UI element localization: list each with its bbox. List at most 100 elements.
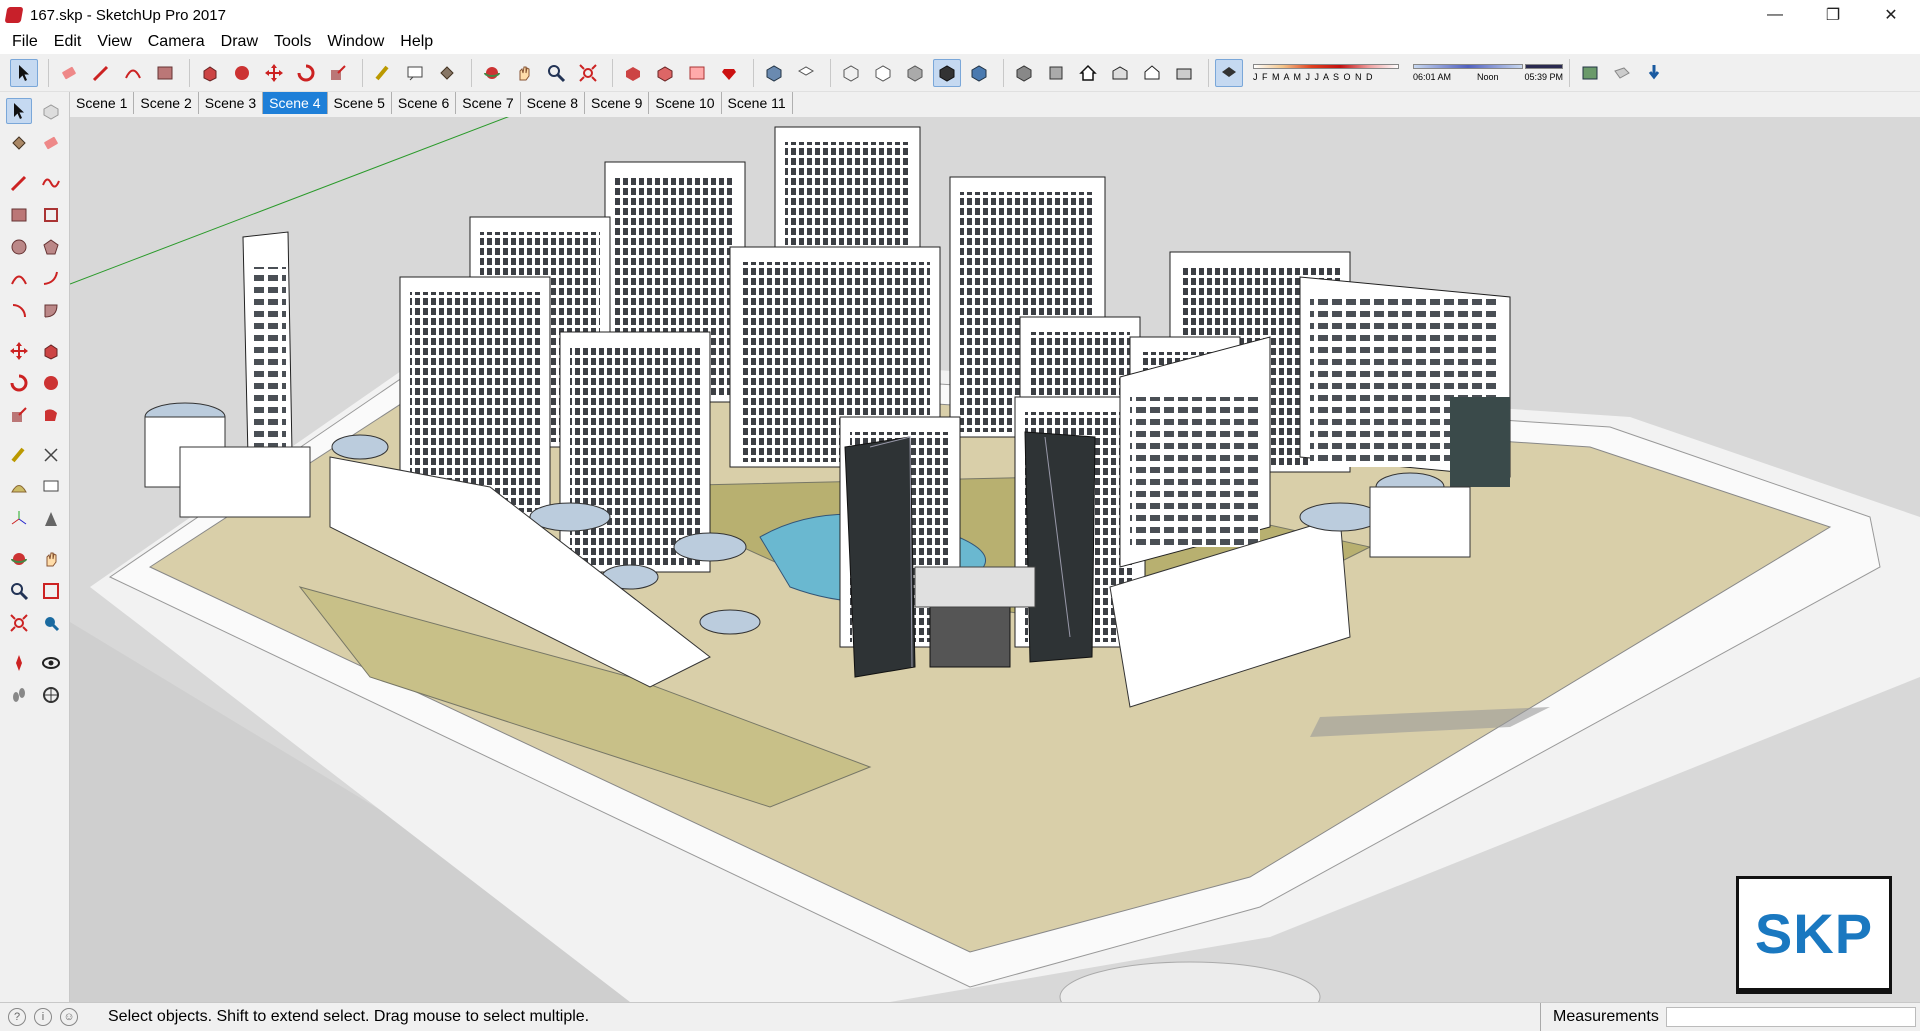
import-icon[interactable]: [1640, 59, 1668, 87]
eraser-icon[interactable]: [55, 59, 83, 87]
line-icon[interactable]: [6, 170, 32, 196]
menu-edit[interactable]: Edit: [46, 30, 90, 54]
eraser-icon[interactable]: [38, 130, 64, 156]
offset-icon[interactable]: [38, 402, 64, 428]
menu-window[interactable]: Window: [319, 30, 392, 54]
push-pull-icon[interactable]: [196, 59, 224, 87]
rotated-rectangle-icon[interactable]: [38, 202, 64, 228]
photo-texture-icon[interactable]: [1576, 59, 1604, 87]
walk-icon[interactable]: [6, 682, 32, 708]
shadow-month-slider[interactable]: J F M A M J J A S O N D: [1253, 60, 1403, 86]
monochrome-icon[interactable]: [965, 59, 993, 87]
house-icon[interactable]: [1074, 59, 1102, 87]
arc-icon[interactable]: [119, 59, 147, 87]
section-plane-icon[interactable]: [38, 682, 64, 708]
modeling-viewport[interactable]: SKP: [70, 117, 1920, 1002]
zoom-icon[interactable]: [542, 59, 570, 87]
move-icon[interactable]: [6, 338, 32, 364]
tab-scene-5[interactable]: Scene 5: [328, 92, 392, 114]
rotate-icon[interactable]: [6, 370, 32, 396]
look-around-icon[interactable]: [38, 650, 64, 676]
menu-view[interactable]: View: [89, 30, 139, 54]
scale-icon[interactable]: [324, 59, 352, 87]
component-icon[interactable]: [1010, 59, 1038, 87]
follow-me-icon[interactable]: [228, 59, 256, 87]
extension-warehouse-icon[interactable]: [651, 59, 679, 87]
two-point-arc-icon[interactable]: [38, 266, 64, 292]
zoom-icon[interactable]: [6, 578, 32, 604]
tab-scene-11[interactable]: Scene 11: [722, 92, 793, 114]
iso-view-icon[interactable]: [760, 59, 788, 87]
protractor-icon[interactable]: [6, 474, 32, 500]
select-icon[interactable]: [6, 98, 32, 124]
text-icon[interactable]: [38, 474, 64, 500]
tab-scene-3[interactable]: Scene 3: [199, 92, 264, 114]
layout-icon[interactable]: [683, 59, 711, 87]
right-view-icon[interactable]: [1170, 59, 1198, 87]
minimize-button[interactable]: —: [1746, 0, 1804, 30]
tape-measure-icon[interactable]: [6, 442, 32, 468]
wireframe-icon[interactable]: [869, 59, 897, 87]
credits-icon[interactable]: i: [34, 1007, 52, 1026]
orbit-icon[interactable]: [6, 546, 32, 572]
restore-button[interactable]: ❐: [1804, 0, 1862, 30]
shaded-textures-icon[interactable]: [933, 58, 961, 87]
zoom-extents-icon[interactable]: [574, 59, 602, 87]
tape-measure-icon[interactable]: [369, 59, 397, 87]
menu-tools[interactable]: Tools: [266, 30, 319, 54]
close-button[interactable]: ✕: [1862, 0, 1920, 30]
pan-icon[interactable]: [38, 546, 64, 572]
scale-icon[interactable]: [6, 402, 32, 428]
pie-icon[interactable]: [6, 298, 32, 324]
tab-scene-6[interactable]: Scene 6: [392, 92, 457, 114]
axes-icon[interactable]: [6, 506, 32, 532]
move-icon[interactable]: [260, 59, 288, 87]
3d-text-icon[interactable]: [38, 506, 64, 532]
pan-icon[interactable]: [510, 59, 538, 87]
position-camera-icon[interactable]: [6, 650, 32, 676]
arc-icon[interactable]: [6, 266, 32, 292]
left-view-icon[interactable]: [1138, 59, 1166, 87]
top-view-icon[interactable]: [792, 59, 820, 87]
ruby-icon[interactable]: [715, 59, 743, 87]
tab-scene-7[interactable]: Scene 7: [456, 92, 521, 114]
dimension-icon[interactable]: [38, 442, 64, 468]
rotate-icon[interactable]: [292, 59, 320, 87]
geo-location-icon[interactable]: ?: [8, 1007, 26, 1026]
measurements-input[interactable]: [1666, 1007, 1916, 1027]
front-view-icon[interactable]: [1042, 59, 1070, 87]
orbit-icon[interactable]: [478, 59, 506, 87]
component-icon[interactable]: [38, 98, 64, 124]
three-point-arc-icon[interactable]: [38, 298, 64, 324]
previous-view-icon[interactable]: [38, 610, 64, 636]
tab-scene-9[interactable]: Scene 9: [585, 92, 650, 114]
menu-camera[interactable]: Camera: [140, 30, 213, 54]
select-icon[interactable]: [10, 58, 38, 87]
shadows-icon[interactable]: [1215, 58, 1243, 87]
paint-bucket-icon[interactable]: [433, 59, 461, 87]
tab-scene-1[interactable]: Scene 1: [70, 92, 135, 114]
menu-file[interactable]: File: [4, 30, 46, 54]
tab-scene-2[interactable]: Scene 2: [134, 92, 199, 114]
freehand-icon[interactable]: [38, 170, 64, 196]
rectangle-icon[interactable]: [151, 59, 179, 87]
circle-icon[interactable]: [6, 234, 32, 260]
xray-icon[interactable]: [837, 59, 865, 87]
tab-scene-4[interactable]: Scene 4: [263, 92, 328, 114]
tab-scene-10[interactable]: Scene 10: [649, 92, 722, 114]
push-pull-icon[interactable]: [38, 338, 64, 364]
line-icon[interactable]: [87, 59, 115, 87]
zoom-extents-icon[interactable]: [6, 610, 32, 636]
hidden-line-icon[interactable]: [901, 59, 929, 87]
menu-draw[interactable]: Draw: [213, 30, 266, 54]
3d-warehouse-icon[interactable]: [619, 59, 647, 87]
follow-me-icon[interactable]: [38, 370, 64, 396]
polygon-icon[interactable]: [38, 234, 64, 260]
menu-help[interactable]: Help: [392, 30, 441, 54]
tab-scene-8[interactable]: Scene 8: [521, 92, 585, 114]
paint-bucket-icon[interactable]: [6, 130, 32, 156]
user-account-icon[interactable]: ☺: [60, 1007, 78, 1026]
shadow-time-slider[interactable]: 06:01 AM Noon 05:39 PM: [1413, 60, 1563, 86]
tag-icon[interactable]: [1608, 59, 1636, 87]
zoom-window-icon[interactable]: [38, 578, 64, 604]
